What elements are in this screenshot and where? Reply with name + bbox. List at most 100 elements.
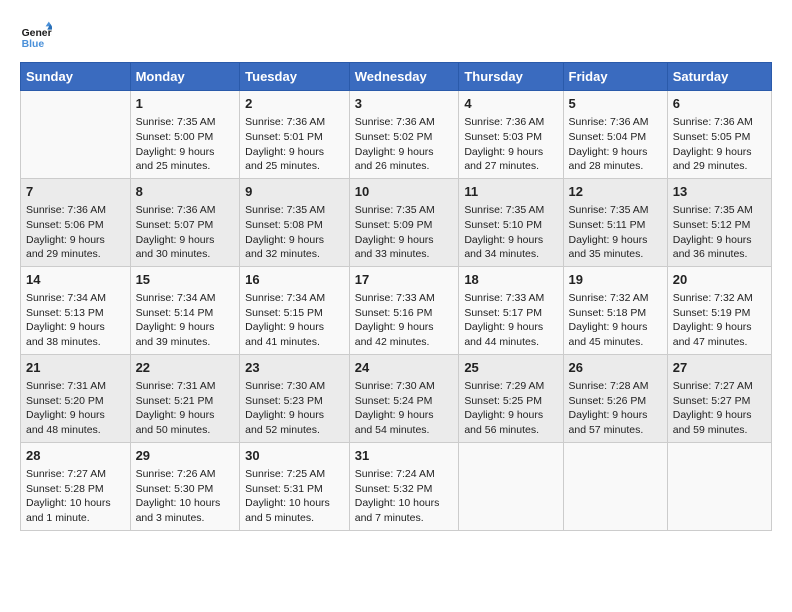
day-number: 7	[26, 183, 125, 201]
day-number: 11	[464, 183, 557, 201]
day-info: Sunrise: 7:35 AM Sunset: 5:10 PM Dayligh…	[464, 203, 557, 262]
day-info: Sunrise: 7:35 AM Sunset: 5:08 PM Dayligh…	[245, 203, 344, 262]
day-info: Sunrise: 7:34 AM Sunset: 5:15 PM Dayligh…	[245, 291, 344, 350]
week-row-5: 28Sunrise: 7:27 AM Sunset: 5:28 PM Dayli…	[21, 442, 772, 530]
header-tuesday: Tuesday	[240, 63, 350, 91]
day-number: 25	[464, 359, 557, 377]
day-info: Sunrise: 7:36 AM Sunset: 5:04 PM Dayligh…	[569, 115, 662, 174]
calendar-cell: 25 Sunrise: 7:29 AM Sunset: 5:25 PM Dayli…	[459, 354, 563, 442]
day-info: Sunrise: 7:29 AM Sunset: 5:25 PM Dayligh…	[464, 379, 557, 438]
day-number: 8	[136, 183, 235, 201]
header-sunday: Sunday	[21, 63, 131, 91]
calendar-cell: 9 Sunrise: 7:35 AM Sunset: 5:08 PM Daylig…	[240, 178, 350, 266]
calendar-cell: 29 Sunrise: 7:26 AM Sunset: 5:30 PM Dayli…	[130, 442, 240, 530]
day-number: 27	[673, 359, 766, 377]
day-number: 9	[245, 183, 344, 201]
day-number: 30	[245, 447, 344, 465]
day-number: 15	[136, 271, 235, 289]
day-info: Sunrise: 7:26 AM Sunset: 5:30 PM Dayligh…	[136, 467, 235, 526]
header-friday: Friday	[563, 63, 667, 91]
calendar-cell: 11 Sunrise: 7:35 AM Sunset: 5:10 PM Dayli…	[459, 178, 563, 266]
day-number: 16	[245, 271, 344, 289]
day-number: 18	[464, 271, 557, 289]
day-info: Sunrise: 7:30 AM Sunset: 5:23 PM Dayligh…	[245, 379, 344, 438]
day-number: 23	[245, 359, 344, 377]
calendar-cell: 19 Sunrise: 7:32 AM Sunset: 5:18 PM Dayli…	[563, 266, 667, 354]
day-info: Sunrise: 7:27 AM Sunset: 5:28 PM Dayligh…	[26, 467, 125, 526]
day-info: Sunrise: 7:31 AM Sunset: 5:21 PM Dayligh…	[136, 379, 235, 438]
calendar-cell: 24Sunrise: 7:30 AM Sunset: 5:24 PM Dayli…	[349, 354, 459, 442]
day-number: 4	[464, 95, 557, 113]
day-number: 26	[569, 359, 662, 377]
day-info: Sunrise: 7:36 AM Sunset: 5:07 PM Dayligh…	[136, 203, 235, 262]
calendar-cell: 22Sunrise: 7:31 AM Sunset: 5:21 PM Dayli…	[130, 354, 240, 442]
logo-icon: General Blue	[20, 20, 52, 52]
calendar-cell: 31Sunrise: 7:24 AM Sunset: 5:32 PM Dayli…	[349, 442, 459, 530]
calendar-cell	[563, 442, 667, 530]
day-number: 29	[136, 447, 235, 465]
calendar-cell: 28Sunrise: 7:27 AM Sunset: 5:28 PM Dayli…	[21, 442, 131, 530]
day-number: 5	[569, 95, 662, 113]
week-row-1: 1 Sunrise: 7:35 AM Sunset: 5:00 PM Daylig…	[21, 91, 772, 179]
day-info: Sunrise: 7:35 AM Sunset: 5:11 PM Dayligh…	[569, 203, 662, 262]
day-info: Sunrise: 7:34 AM Sunset: 5:14 PM Dayligh…	[136, 291, 235, 350]
calendar-cell: 3 Sunrise: 7:36 AM Sunset: 5:02 PM Daylig…	[349, 91, 459, 179]
day-info: Sunrise: 7:31 AM Sunset: 5:20 PM Dayligh…	[26, 379, 125, 438]
day-info: Sunrise: 7:36 AM Sunset: 5:02 PM Dayligh…	[355, 115, 454, 174]
day-info: Sunrise: 7:36 AM Sunset: 5:03 PM Dayligh…	[464, 115, 557, 174]
calendar-cell: 4 Sunrise: 7:36 AM Sunset: 5:03 PM Daylig…	[459, 91, 563, 179]
calendar-cell: 18 Sunrise: 7:33 AM Sunset: 5:17 PM Dayli…	[459, 266, 563, 354]
calendar-cell	[459, 442, 563, 530]
calendar-cell: 17 Sunrise: 7:33 AM Sunset: 5:16 PM Dayli…	[349, 266, 459, 354]
day-number: 21	[26, 359, 125, 377]
day-number: 13	[673, 183, 766, 201]
day-info: Sunrise: 7:28 AM Sunset: 5:26 PM Dayligh…	[569, 379, 662, 438]
svg-text:Blue: Blue	[22, 39, 45, 50]
day-number: 14	[26, 271, 125, 289]
page-header: General Blue	[20, 20, 772, 52]
calendar-cell: 14 Sunrise: 7:34 AM Sunset: 5:13 PM Dayli…	[21, 266, 131, 354]
day-info: Sunrise: 7:33 AM Sunset: 5:17 PM Dayligh…	[464, 291, 557, 350]
day-number: 31	[355, 447, 454, 465]
header-wednesday: Wednesday	[349, 63, 459, 91]
day-info: Sunrise: 7:33 AM Sunset: 5:16 PM Dayligh…	[355, 291, 454, 350]
calendar-cell: 12 Sunrise: 7:35 AM Sunset: 5:11 PM Dayli…	[563, 178, 667, 266]
day-number: 20	[673, 271, 766, 289]
calendar-cell: 15 Sunrise: 7:34 AM Sunset: 5:14 PM Dayli…	[130, 266, 240, 354]
calendar-cell: 27Sunrise: 7:27 AM Sunset: 5:27 PM Dayli…	[667, 354, 771, 442]
logo: General Blue	[20, 20, 46, 52]
day-info: Sunrise: 7:32 AM Sunset: 5:19 PM Dayligh…	[673, 291, 766, 350]
calendar-cell: 6Sunrise: 7:36 AM Sunset: 5:05 PM Daylig…	[667, 91, 771, 179]
header-saturday: Saturday	[667, 63, 771, 91]
day-info: Sunrise: 7:36 AM Sunset: 5:05 PM Dayligh…	[673, 115, 766, 174]
week-row-3: 14 Sunrise: 7:34 AM Sunset: 5:13 PM Dayli…	[21, 266, 772, 354]
calendar-cell: 23 Sunrise: 7:30 AM Sunset: 5:23 PM Dayli…	[240, 354, 350, 442]
day-number: 12	[569, 183, 662, 201]
calendar-cell: 13Sunrise: 7:35 AM Sunset: 5:12 PM Dayli…	[667, 178, 771, 266]
day-number: 1	[136, 95, 235, 113]
day-info: Sunrise: 7:34 AM Sunset: 5:13 PM Dayligh…	[26, 291, 125, 350]
calendar-table: SundayMondayTuesdayWednesdayThursdayFrid…	[20, 62, 772, 531]
day-number: 2	[245, 95, 344, 113]
svg-text:General: General	[22, 28, 52, 39]
day-number: 3	[355, 95, 454, 113]
day-number: 19	[569, 271, 662, 289]
calendar-cell: 8 Sunrise: 7:36 AM Sunset: 5:07 PM Daylig…	[130, 178, 240, 266]
calendar-cell: 16 Sunrise: 7:34 AM Sunset: 5:15 PM Dayli…	[240, 266, 350, 354]
day-info: Sunrise: 7:35 AM Sunset: 5:00 PM Dayligh…	[136, 115, 235, 174]
calendar-header-row: SundayMondayTuesdayWednesdayThursdayFrid…	[21, 63, 772, 91]
week-row-2: 7Sunrise: 7:36 AM Sunset: 5:06 PM Daylig…	[21, 178, 772, 266]
calendar-cell: 26 Sunrise: 7:28 AM Sunset: 5:26 PM Dayli…	[563, 354, 667, 442]
day-number: 17	[355, 271, 454, 289]
day-info: Sunrise: 7:35 AM Sunset: 5:09 PM Dayligh…	[355, 203, 454, 262]
calendar-cell: 21 Sunrise: 7:31 AM Sunset: 5:20 PM Dayli…	[21, 354, 131, 442]
week-row-4: 21 Sunrise: 7:31 AM Sunset: 5:20 PM Dayli…	[21, 354, 772, 442]
day-info: Sunrise: 7:32 AM Sunset: 5:18 PM Dayligh…	[569, 291, 662, 350]
calendar-cell: 1 Sunrise: 7:35 AM Sunset: 5:00 PM Daylig…	[130, 91, 240, 179]
day-info: Sunrise: 7:25 AM Sunset: 5:31 PM Dayligh…	[245, 467, 344, 526]
calendar-cell: 10Sunrise: 7:35 AM Sunset: 5:09 PM Dayli…	[349, 178, 459, 266]
header-thursday: Thursday	[459, 63, 563, 91]
calendar-cell: 20 Sunrise: 7:32 AM Sunset: 5:19 PM Dayli…	[667, 266, 771, 354]
day-number: 24	[355, 359, 454, 377]
calendar-cell: 2Sunrise: 7:36 AM Sunset: 5:01 PM Daylig…	[240, 91, 350, 179]
